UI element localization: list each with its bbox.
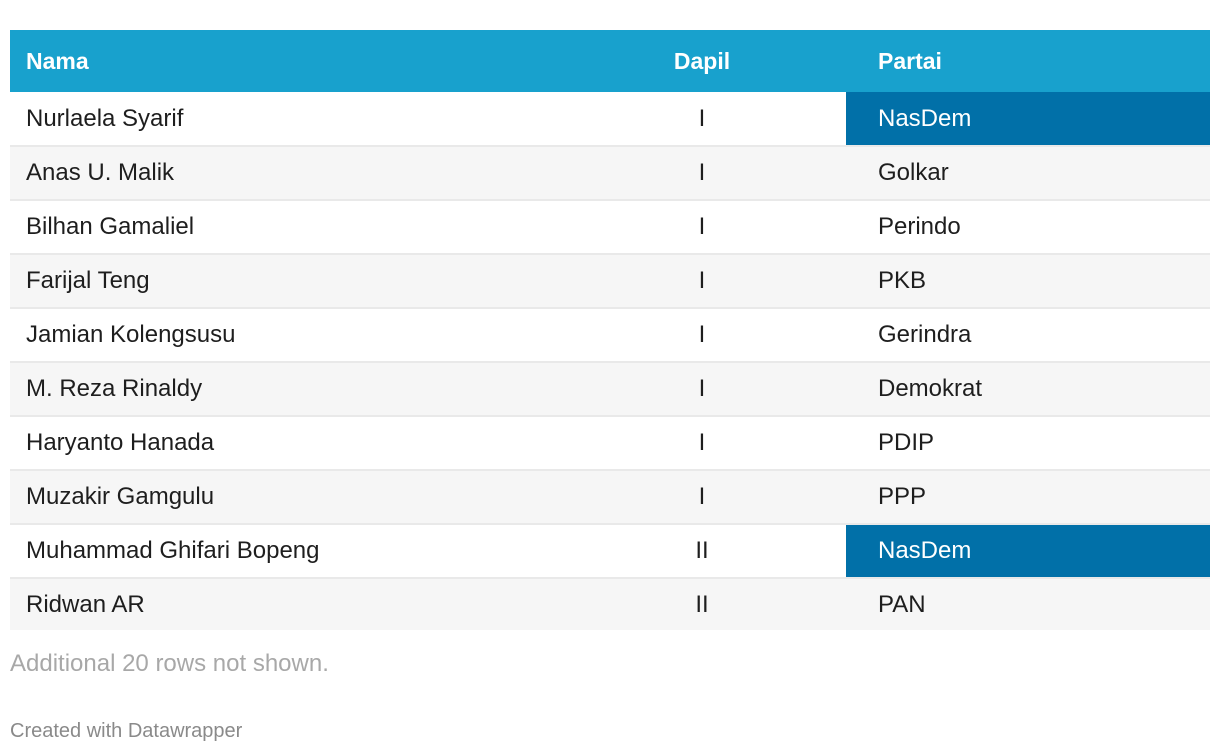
cell-party: PPP [878, 483, 927, 510]
cell-name: Muhammad Ghifari Bopeng [26, 537, 320, 564]
cell-name: Haryanto Hanada [26, 429, 215, 456]
cell-name: Bilhan Gamaliel [26, 213, 195, 240]
cell-name: Ridwan AR [26, 590, 145, 618]
cell-dapil: II [695, 537, 709, 564]
table-row: Nurlaela Syarif I NasDem [10, 92, 1210, 146]
cell-dapil: I [698, 213, 706, 240]
table-row: M. Reza Rinaldy I Demokrat [10, 362, 1210, 416]
table-row: Jamian Kolengsusu I Gerindra [10, 308, 1210, 362]
cell-party: Golkar [878, 159, 949, 186]
cell-dapil: I [698, 321, 706, 348]
table-body: Nurlaela Syarif I NasDem Anas U. Malik I Golk… [10, 92, 1210, 630]
table-row: Ridwan AR II PAN [10, 578, 1210, 630]
cell-name: Farijal Teng [26, 267, 150, 294]
cell-party: PDIP [878, 429, 935, 456]
data-table-container: Nama Dapil Partai Nurlaela Syarif I NasDem… [10, 30, 1210, 630]
cell-party: Perindo [878, 213, 961, 240]
column-header-dapil[interactable]: Dapil [558, 30, 846, 92]
rows-not-shown-note: Additional 20 rows not shown. [10, 650, 329, 677]
cell-name: Nurlaela Syarif [26, 104, 184, 132]
header-row: Nama Dapil Partai [10, 30, 1210, 92]
datawrapper-credit[interactable]: Created with Datawrapper [10, 720, 242, 743]
table-row: Haryanto Hanada I PDIP [10, 416, 1210, 470]
cell-name: M. Reza Rinaldy [26, 375, 203, 402]
column-header-party[interactable]: Partai [846, 30, 1210, 92]
cell-dapil: I [698, 375, 706, 402]
cell-name: Anas U. Malik [26, 159, 175, 186]
column-header-name[interactable]: Nama [10, 30, 558, 92]
table-header: Nama Dapil Partai [10, 30, 1210, 92]
cell-party: PKB [878, 267, 927, 294]
table-row: Muhammad Ghifari Bopeng II NasDem [10, 524, 1210, 578]
cell-dapil: II [695, 590, 709, 618]
cell-dapil: I [698, 429, 706, 456]
cell-party-highlighted: NasDem [846, 524, 1210, 578]
table-row: Bilhan Gamaliel I Perindo [10, 200, 1210, 254]
cell-dapil: I [698, 159, 706, 186]
table-row: Muzakir Gamgulu I PPP [10, 470, 1210, 524]
cell-name: Muzakir Gamgulu [26, 483, 215, 510]
cell-dapil: I [698, 483, 706, 510]
cell-party: Demokrat [878, 375, 983, 402]
cell-dapil: I [698, 267, 706, 294]
cell-dapil: I [698, 104, 706, 132]
candidate-table: Nama Dapil Partai Nurlaela Syarif I NasDem… [10, 30, 1210, 630]
cell-party: Gerindra [878, 321, 972, 348]
cell-name: Jamian Kolengsusu [26, 321, 236, 348]
table-row: Farijal Teng I PKB [10, 254, 1210, 308]
table-row: Anas U. Malik I Golkar [10, 146, 1210, 200]
cell-party-highlighted: NasDem [846, 92, 1210, 146]
cell-party: PAN [878, 590, 926, 618]
